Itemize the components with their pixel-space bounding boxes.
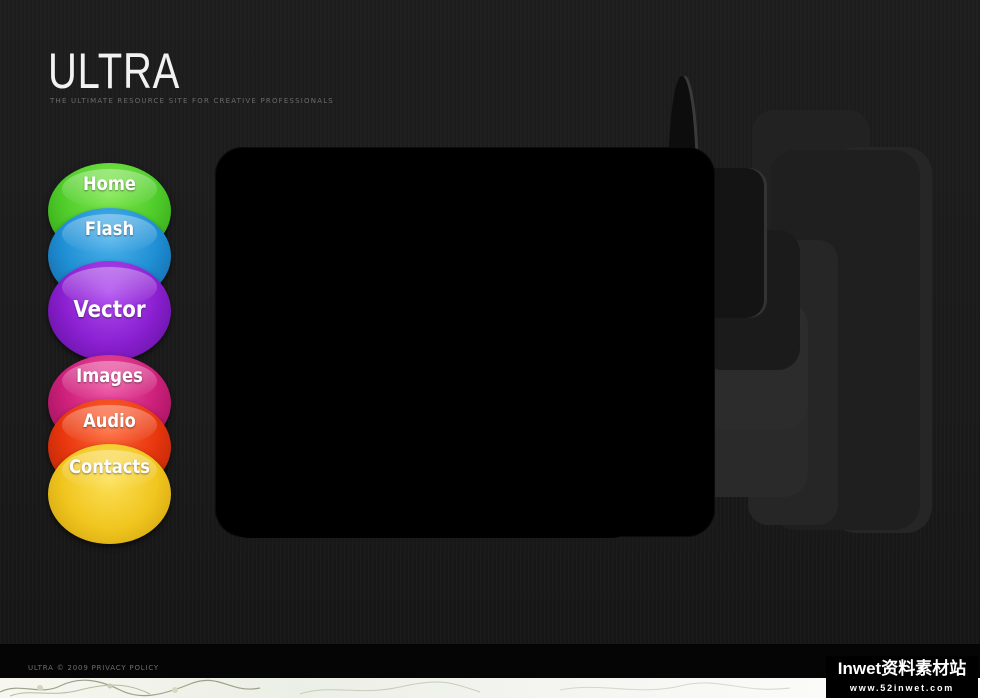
watermark-title: Inwet资料素材站 [837, 659, 967, 678]
nav-item-label: Flash [84, 218, 135, 240]
main-nav: Home Flash Vector Images Audio Contacts [0, 0, 200, 560]
footer-copyright: ULTRA © 2009 [28, 664, 89, 672]
nav-item-label: Contacts [69, 456, 150, 478]
nav-item-label: Vector [73, 297, 146, 323]
watermark-badge: Inwet资料素材站 www.52inwet.com [826, 656, 978, 698]
footer: ULTRA © 2009 PRIVACY POLICY [28, 664, 159, 672]
watermark-url: www.52inwet.com [849, 683, 955, 693]
nav-item-label: Audio [83, 410, 136, 432]
content-frame-extension [220, 440, 640, 538]
privacy-policy-link[interactable]: PRIVACY POLICY [92, 664, 159, 672]
nav-item-vector[interactable]: Vector [48, 261, 171, 361]
nav-item-label: Images [76, 365, 143, 387]
nav-item-label: Home [82, 173, 136, 195]
nav-item-contacts[interactable]: Contacts [48, 444, 171, 544]
